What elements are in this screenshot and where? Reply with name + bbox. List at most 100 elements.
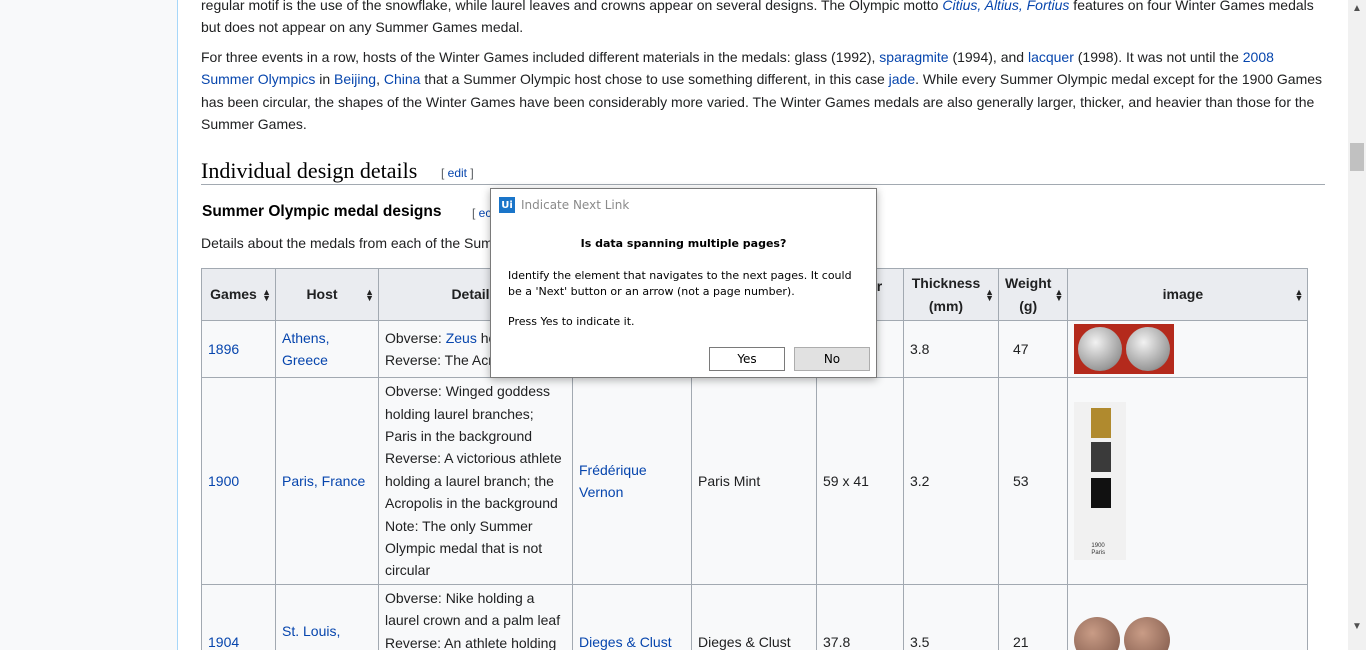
designer-link[interactable]: Dieges & Clust bbox=[579, 634, 672, 650]
scrollbar-thumb[interactable] bbox=[1350, 143, 1364, 171]
cell-designer: Frédérique Vernon bbox=[572, 377, 692, 585]
dialog-titlebar: Ui Indicate Next Link bbox=[499, 196, 629, 214]
image-caption: 1900 Paris bbox=[1091, 543, 1105, 557]
medal-reverse bbox=[1124, 617, 1171, 650]
text: 1900 bbox=[1091, 543, 1105, 549]
header-weight[interactable]: Weight (g) ▲ ▼ bbox=[997, 268, 1069, 321]
cell-host: Athens, Greece bbox=[275, 320, 379, 378]
cell-games: 1896 bbox=[201, 320, 276, 378]
medal-reverse bbox=[1126, 327, 1171, 371]
cell-diameter: 37.8 bbox=[816, 584, 904, 650]
cell-diameter: 59 x 41 bbox=[816, 377, 904, 585]
cell-weight: 47 bbox=[997, 320, 1069, 378]
text: laurel crown and a palm leaf bbox=[385, 612, 561, 629]
link-sparagmite[interactable]: sparagmite bbox=[879, 49, 948, 65]
section-heading: Individual design details [ edit ] bbox=[201, 154, 1325, 185]
link-zeus[interactable]: Zeus bbox=[446, 330, 477, 346]
header-label: Thickness bbox=[911, 275, 981, 292]
games-link[interactable]: 1900 bbox=[208, 473, 239, 489]
cell-weight: 21 bbox=[997, 584, 1069, 650]
sort-arrows-icon[interactable]: ▲ ▼ bbox=[365, 287, 374, 302]
subsection-title: Summer Olympic medal designs bbox=[202, 203, 442, 220]
cell-mint: Paris Mint bbox=[691, 377, 817, 585]
text: in bbox=[315, 71, 335, 88]
cell-host: St. Louis, bbox=[275, 584, 379, 650]
header-host[interactable]: Host ▲ ▼ bbox=[275, 268, 379, 321]
host-link[interactable]: Paris, France bbox=[282, 473, 365, 489]
text: Obverse: bbox=[385, 329, 446, 346]
header-label: (mm) bbox=[928, 297, 964, 314]
sort-arrows-icon[interactable]: ▲ ▼ bbox=[985, 287, 994, 302]
header-label: (g) bbox=[1019, 297, 1038, 314]
games-link[interactable]: 1896 bbox=[208, 341, 239, 357]
indicate-next-link-dialog: Ui Indicate Next Link Is data spanning m… bbox=[490, 188, 877, 378]
medal-image-1904[interactable] bbox=[1074, 617, 1301, 650]
dialog-body: Identify the element that navigates to t… bbox=[508, 268, 868, 344]
header-image[interactable]: image ▲ ▼ bbox=[1067, 268, 1309, 321]
text: holding a laurel branch; the bbox=[385, 472, 554, 489]
text: (1998). It was not until the bbox=[1073, 49, 1243, 65]
table-row: 1904 St. Louis, Obverse: Nike holding a … bbox=[201, 584, 1309, 650]
link-olympic-motto[interactable]: Citius, Altius, Fortius bbox=[942, 0, 1069, 13]
host-link[interactable]: St. Louis, bbox=[282, 623, 340, 639]
cell-designer: Dieges & Clust bbox=[572, 584, 692, 650]
sort-arrows-icon[interactable]: ▲ ▼ bbox=[1054, 287, 1063, 302]
text: Acropolis in the background bbox=[385, 495, 558, 512]
cell-image bbox=[1067, 584, 1309, 650]
text: Reverse: An athlete holding bbox=[385, 634, 557, 650]
host-link[interactable]: Athens, bbox=[282, 330, 329, 346]
header-label: image bbox=[1162, 286, 1204, 303]
text: , bbox=[376, 71, 384, 88]
plaque-black bbox=[1091, 478, 1112, 508]
link-lacquer[interactable]: lacquer bbox=[1028, 49, 1074, 65]
table-row: 1900 Paris, France Obverse: Winged godde… bbox=[201, 377, 1309, 585]
scroll-down-icon[interactable]: ▼ bbox=[1348, 618, 1366, 636]
no-button[interactable]: No bbox=[794, 347, 870, 371]
sort-arrows-icon[interactable]: ▲ ▼ bbox=[1294, 287, 1303, 302]
text: regular motif is the use of the snowflak… bbox=[201, 0, 943, 13]
text: (1994), and bbox=[948, 49, 1028, 65]
text: Obverse: Winged goddess bbox=[385, 383, 550, 400]
medal-image-1900[interactable]: 1900 Paris bbox=[1074, 402, 1127, 560]
designer-link[interactable]: Frédérique bbox=[579, 462, 647, 478]
host-link[interactable]: Greece bbox=[282, 352, 328, 368]
cell-thickness: 3.5 bbox=[903, 584, 999, 650]
designer-link[interactable]: Vernon bbox=[579, 484, 623, 500]
games-link[interactable]: 1904 bbox=[208, 634, 239, 650]
cell-weight: 53 bbox=[997, 377, 1069, 585]
text: Note: The only Summer bbox=[385, 517, 533, 534]
sort-arrows-icon[interactable]: ▲ ▼ bbox=[262, 287, 271, 302]
text: circular bbox=[385, 562, 431, 579]
paragraph-motifs: regular motif is the use of the snowflak… bbox=[201, 0, 1325, 39]
link-china[interactable]: China bbox=[384, 71, 421, 87]
uipath-logo-icon: Ui bbox=[499, 197, 515, 213]
text: Paris in the background bbox=[385, 427, 533, 444]
text: Olympic medal that is not bbox=[385, 540, 543, 557]
cell-host: Paris, France bbox=[275, 377, 379, 585]
header-label: Games bbox=[210, 286, 257, 303]
header-label: Weight bbox=[1005, 275, 1052, 292]
cell-mint: Dieges & Clust bbox=[691, 584, 817, 650]
bracket: ] bbox=[467, 166, 474, 180]
dialog-question: Is data spanning multiple pages? bbox=[580, 237, 787, 250]
medal-obverse bbox=[1078, 327, 1123, 371]
plaque-gold bbox=[1091, 408, 1112, 438]
cell-image bbox=[1067, 320, 1309, 378]
cell-detail: Obverse: Winged goddess holding laurel b… bbox=[378, 377, 573, 585]
cell-thickness: 3.8 bbox=[903, 320, 999, 378]
plaque-dark bbox=[1091, 442, 1112, 472]
section-title: Individual design details bbox=[201, 158, 418, 183]
scroll-up-icon[interactable]: ▲ bbox=[1348, 0, 1366, 18]
header-games[interactable]: Games ▲ ▼ bbox=[201, 268, 276, 321]
vertical-scrollbar[interactable]: ▲ ▼ bbox=[1348, 0, 1366, 650]
text: Obverse: Nike holding a bbox=[385, 590, 535, 606]
header-thickness[interactable]: Thickness (mm) ▲ ▼ bbox=[903, 268, 999, 321]
medal-image-1896[interactable] bbox=[1074, 324, 1175, 374]
link-jade[interactable]: jade bbox=[889, 71, 915, 87]
link-beijing[interactable]: Beijing bbox=[334, 71, 376, 87]
edit-section-link[interactable]: edit bbox=[448, 166, 467, 180]
yes-button[interactable]: Yes bbox=[709, 347, 785, 371]
table-caption: Details about the medals from each of th… bbox=[201, 235, 493, 251]
dialog-title: Indicate Next Link bbox=[521, 198, 630, 212]
dialog-hint: Press Yes to indicate it. bbox=[508, 315, 635, 328]
